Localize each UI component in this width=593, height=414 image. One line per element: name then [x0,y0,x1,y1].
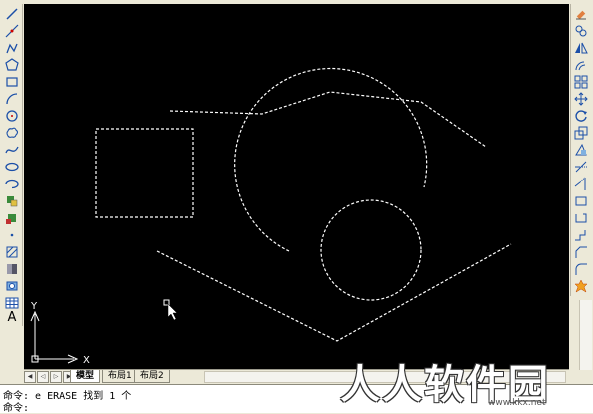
tab-layout1[interactable]: 布局1 [102,370,138,383]
make-block-icon[interactable] [4,210,20,226]
dashed-rectangle[interactable] [95,128,194,218]
gradient-icon[interactable] [4,261,20,277]
drawing-canvas[interactable]: Y X [24,4,569,369]
break-icon[interactable] [573,210,589,226]
hatch-icon[interactable] [4,244,20,260]
circle-icon[interactable] [4,108,20,124]
revision-cloud-icon[interactable] [4,125,20,141]
trim-icon[interactable] [573,159,589,175]
erase-icon[interactable] [573,6,589,22]
ucs-icon [30,310,79,364]
join-icon[interactable] [573,227,589,243]
first-tab-icon[interactable]: ◀ [24,371,36,383]
dashed-arc[interactable] [234,67,428,252]
dashed-polyline-top[interactable] [169,91,487,148]
dashed-circle[interactable] [320,199,422,301]
polyline-icon[interactable] [4,40,20,56]
chamfer-icon[interactable] [573,244,589,260]
line-icon[interactable] [4,6,20,22]
point-icon[interactable] [4,227,20,243]
explode-icon[interactable] [573,278,589,294]
rotate-icon[interactable] [573,108,589,124]
tab-layout2[interactable]: 布局2 [134,370,170,383]
region-icon[interactable] [4,278,20,294]
construction-line-icon[interactable] [4,23,20,39]
scale-icon[interactable] [573,125,589,141]
ellipse-arc-icon[interactable] [4,176,20,192]
multiline-text-icon[interactable]: A [4,309,20,325]
vertical-scrollbar[interactable] [579,300,592,370]
stretch-icon[interactable] [573,142,589,158]
watermark-url: www.kkx.net [488,398,546,408]
fillet-icon[interactable] [573,261,589,277]
polygon-icon[interactable] [4,57,20,73]
modify-toolbar [570,4,592,296]
arc-icon[interactable] [4,91,20,107]
extend-icon[interactable] [573,176,589,192]
array-icon[interactable] [573,74,589,90]
ellipse-icon[interactable] [4,159,20,175]
prev-tab-icon[interactable]: ◁ [37,371,49,383]
next-tab-icon[interactable]: ▷ [50,371,62,383]
ucs-y-label: Y [30,301,38,312]
tab-model[interactable]: 模型 [70,370,101,383]
crosshair-cursor [163,299,178,321]
draw-toolbar: A [2,4,23,326]
ucs-x-label: X [83,355,90,366]
break-at-point-icon[interactable] [573,193,589,209]
copy-icon[interactable] [573,23,589,39]
rectangle-icon[interactable] [4,74,20,90]
move-icon[interactable] [573,91,589,107]
mirror-icon[interactable] [573,40,589,56]
offset-icon[interactable] [573,57,589,73]
dashed-polyline-bottom[interactable] [156,243,512,342]
spline-icon[interactable] [4,142,20,158]
insert-block-icon[interactable] [4,193,20,209]
autocad-window: A Y X ◀ ◁ ▷ ▶ 模型 布局1 布局2 命令: e ERASE 找到 … [0,0,593,414]
